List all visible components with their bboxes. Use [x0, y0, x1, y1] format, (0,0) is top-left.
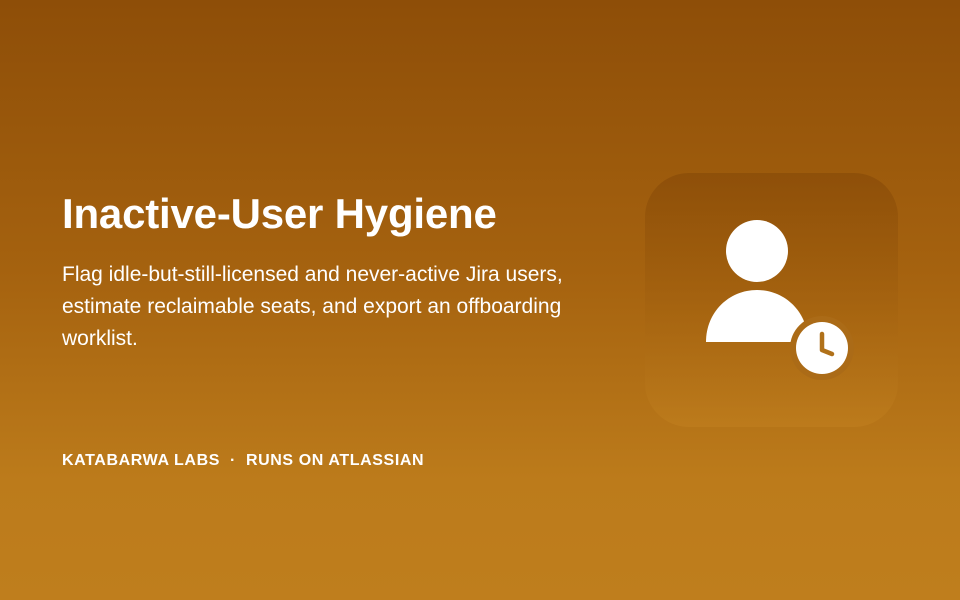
app-title: Inactive-User Hygiene [62, 190, 497, 237]
app-description: Flag idle-but-still-licensed and never-a… [62, 263, 563, 350]
user-body-shape [706, 290, 808, 342]
footer-separator: · [230, 452, 236, 469]
platform-label: RUNS ON ATLASSIAN [245, 452, 425, 469]
publisher-name: KATABARWA LABS [62, 452, 221, 469]
card-footer: KATABARWA LABS · RUNS ON ATLASSIAN [62, 451, 424, 471]
card-content: Inactive-User Hygiene Flag idle-but-stil… [62, 190, 582, 355]
user-clock-icon [706, 220, 854, 380]
app-icon-tile [645, 173, 898, 427]
user-head-shape [726, 220, 788, 282]
